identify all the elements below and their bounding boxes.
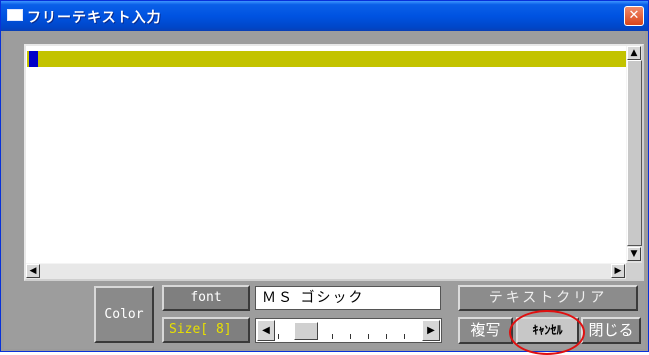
scroll-left-button[interactable]: ◀ bbox=[26, 264, 40, 278]
window-icon bbox=[7, 9, 23, 21]
color-button[interactable]: Color bbox=[94, 286, 154, 343]
current-line-highlight bbox=[27, 51, 627, 67]
size-slider[interactable]: ◀ ▶ bbox=[255, 318, 442, 343]
close-button[interactable]: 閉じる bbox=[581, 317, 641, 344]
title-bar[interactable]: フリーテキスト入力 ✕ bbox=[1, 1, 648, 31]
slider-increase-button[interactable]: ▶ bbox=[422, 320, 440, 341]
font-button[interactable]: font bbox=[162, 285, 250, 311]
slider-track[interactable] bbox=[278, 321, 419, 340]
size-label: Size[ 8] bbox=[162, 317, 250, 343]
annotation-circle bbox=[509, 310, 585, 355]
scroll-down-button[interactable]: ▼ bbox=[627, 247, 641, 261]
slider-decrease-button[interactable]: ◀ bbox=[257, 320, 275, 341]
scroll-right-button[interactable]: ▶ bbox=[611, 264, 625, 278]
copy-button[interactable]: 複写 bbox=[458, 317, 513, 344]
text-caret bbox=[29, 51, 38, 67]
slider-thumb[interactable] bbox=[294, 322, 318, 340]
client-area: ▲ ▼ ◀ ▶ Color font ＭＳ ゴシック Size[ 8] ◀ ▶ … bbox=[4, 31, 645, 355]
text-input-area[interactable] bbox=[27, 47, 627, 262]
window-close-button[interactable]: ✕ bbox=[624, 6, 644, 26]
scroll-up-button[interactable]: ▲ bbox=[627, 46, 641, 60]
vertical-scroll-thumb[interactable] bbox=[627, 60, 642, 246]
text-clear-button[interactable]: テキストクリア bbox=[458, 285, 638, 311]
scrollbar-corner bbox=[626, 263, 642, 279]
horizontal-scrollbar[interactable]: ◀ ▶ bbox=[26, 263, 626, 279]
free-text-input-window: フリーテキスト入力 ✕ ▲ ▼ ◀ ▶ Color font ＭＳ ゴシック S… bbox=[0, 0, 649, 355]
text-editor[interactable]: ▲ ▼ ◀ ▶ bbox=[24, 44, 644, 281]
vertical-scrollbar[interactable]: ▲ ▼ bbox=[626, 46, 642, 263]
window-title: フリーテキスト入力 bbox=[27, 10, 162, 26]
font-name-field[interactable]: ＭＳ ゴシック bbox=[255, 286, 441, 310]
